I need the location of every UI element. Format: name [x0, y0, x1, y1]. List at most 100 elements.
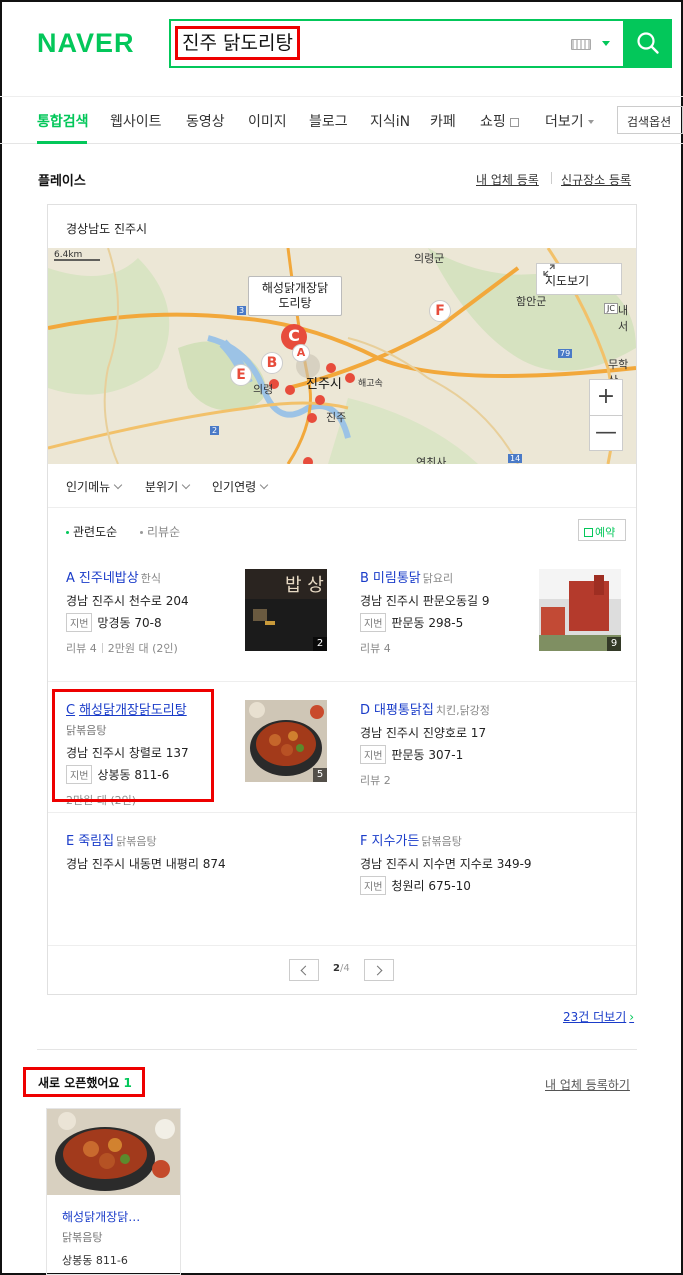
- map-view-label: 지도보기: [545, 274, 590, 288]
- map-label: 진주시: [306, 377, 342, 392]
- place-category: 치킨,닭강정: [435, 704, 490, 717]
- map-pin-f[interactable]: F: [429, 300, 451, 322]
- map-pin-a[interactable]: A: [292, 344, 310, 362]
- map[interactable]: 6.4km 의령군 함안군 진주시 진주 내서 무학산 해고속 의령 연최사 3…: [48, 248, 636, 464]
- tab-shopping[interactable]: 쇼핑: [480, 111, 519, 131]
- tab-blog[interactable]: 블로그: [309, 111, 348, 131]
- place-thumbnail[interactable]: 밥 상 2: [245, 569, 327, 651]
- jibun-badge: 지번: [360, 613, 387, 632]
- photo-count: 2: [313, 637, 327, 651]
- map-label: 연최사: [416, 456, 447, 464]
- place-category: 한식: [140, 572, 161, 585]
- pagination: 2/4: [48, 945, 636, 995]
- caret-down-icon: [587, 120, 594, 124]
- map-label: 의령: [253, 383, 274, 396]
- chevron-down-icon: [259, 480, 269, 490]
- filter-age[interactable]: 인기연령: [212, 478, 269, 495]
- reserve-filter-button[interactable]: 예약: [578, 519, 626, 541]
- naver-logo[interactable]: NAVER: [37, 28, 135, 59]
- prev-page-button[interactable]: [289, 959, 319, 981]
- search-input[interactable]: 진주 닭도리탕: [175, 26, 300, 60]
- map-view-button[interactable]: 지도보기: [536, 263, 622, 295]
- tab-image[interactable]: 이미지: [248, 111, 287, 131]
- route-number: 3: [237, 306, 247, 315]
- place-jibun: 판문동 307-1: [391, 748, 464, 762]
- tab-website[interactable]: 웹사이트: [110, 111, 162, 131]
- divider: [551, 172, 552, 184]
- place-jibun: 망경동 70-8: [97, 616, 162, 630]
- place-name-link[interactable]: E 죽림집 닭볶음탕: [66, 830, 346, 849]
- sort-relevance[interactable]: 관련도순: [66, 523, 117, 540]
- dot-icon: [140, 531, 143, 534]
- filter-label: 인기메뉴: [66, 480, 111, 494]
- new-open-label: 새로 오픈했어요: [38, 1076, 120, 1090]
- place-category: 닭볶음탕: [421, 835, 462, 848]
- tab-integrated[interactable]: 통합검색: [37, 111, 89, 131]
- place-category: 닭요리: [422, 572, 454, 585]
- search-box[interactable]: 진주 닭도리탕: [169, 19, 625, 68]
- search-button[interactable]: [624, 19, 672, 68]
- place-name-link[interactable]: D 대평통닭집 치킨,닭강정: [360, 699, 640, 718]
- map-label: 함안군: [516, 295, 547, 308]
- review-count[interactable]: 리뷰 4: [66, 642, 97, 655]
- map-label: 해고속: [358, 379, 383, 389]
- tab-kin[interactable]: 지식iN: [370, 111, 410, 131]
- callout-line: 해성닭개장닭: [261, 281, 329, 295]
- route-number: JC: [604, 303, 618, 314]
- autocomplete-toggle-icon[interactable]: [602, 41, 610, 46]
- place-category: 닭볶음탕: [116, 835, 157, 848]
- place-address: 경남 진주시 진양호로 17: [360, 726, 487, 740]
- more-results-link[interactable]: 23건 더보기 ›: [563, 1008, 634, 1025]
- route-number: 2: [210, 426, 220, 435]
- place-jibun: 판문동 298-5: [391, 616, 464, 630]
- register-business-link[interactable]: 내 업체 등록하기: [545, 1076, 630, 1093]
- filter-label: 인기연령: [212, 480, 257, 494]
- place-address: 경남 진주시 지수면 지수로 349-9: [360, 857, 532, 871]
- svg-text:밥 상: 밥 상: [285, 575, 324, 596]
- list-item: F 지수가든 닭볶음탕 경남 진주시 지수면 지수로 349-9 지번 청원리 675…: [360, 830, 640, 895]
- new-open-count: 1: [123, 1076, 132, 1090]
- next-page-button[interactable]: [364, 959, 394, 981]
- map-label: 내서: [618, 304, 629, 333]
- divider: [48, 681, 636, 682]
- place-name-link[interactable]: F 지수가든 닭볶음탕: [360, 830, 640, 849]
- map-label: 진주: [326, 411, 347, 424]
- map-label: 의령군: [414, 252, 445, 265]
- calendar-icon: [584, 528, 593, 537]
- sort-review[interactable]: 리뷰순: [140, 523, 180, 540]
- review-count[interactable]: 리뷰 4: [360, 642, 391, 655]
- review-count[interactable]: 리뷰 2: [360, 774, 391, 787]
- route-number: 79: [558, 349, 573, 358]
- search-tabs: 통합검색 웹사이트 동영상 이미지 블로그 지식iN 카페 쇼핑 더보기 검색옵…: [0, 96, 683, 144]
- current-page: 2: [333, 963, 340, 974]
- place-panel: 경상남도 진주시 6.4km 의령군 함안군 진주시 진주 내서 무학 해고속 …: [47, 204, 637, 995]
- new-place-link[interactable]: 신규장소 등록: [561, 171, 631, 188]
- register-business-link[interactable]: 내 업체 등록: [476, 171, 539, 188]
- zoom-out-button[interactable]: —: [590, 415, 622, 450]
- filter-atmosphere[interactable]: 분위기: [145, 478, 191, 495]
- place-thumbnail[interactable]: 5: [245, 700, 327, 782]
- place-thumbnail[interactable]: 9: [539, 569, 621, 651]
- price-range: 2만원 대 (2인): [107, 642, 178, 655]
- new-place-name[interactable]: 해성닭개장닭…: [62, 1208, 140, 1225]
- tab-cafe[interactable]: 카페: [430, 111, 456, 131]
- filter-popular-menu[interactable]: 인기메뉴: [66, 478, 123, 495]
- map-pin-e[interactable]: E: [230, 364, 252, 386]
- map-callout[interactable]: 해성닭개장닭 도리탕: [248, 276, 342, 316]
- tab-more[interactable]: 더보기: [545, 111, 594, 131]
- page-indicator: 2/4: [333, 963, 350, 974]
- filter-label: 분위기: [145, 480, 179, 494]
- tab-video[interactable]: 동영상: [186, 111, 225, 131]
- keyboard-icon[interactable]: [571, 39, 591, 50]
- divider: [101, 643, 103, 653]
- chevron-right-icon: [372, 965, 383, 976]
- expand-icon: [543, 264, 555, 276]
- list-item: E 죽림집 닭볶음탕 경남 진주시 내동면 내평리 874: [66, 830, 346, 872]
- filter-bar: 인기메뉴 분위기 인기연령: [48, 464, 636, 508]
- map-pin-b[interactable]: B: [261, 352, 283, 374]
- place-letter: F: [360, 834, 368, 849]
- search-options-button[interactable]: 검색옵션: [617, 106, 683, 134]
- new-place-card[interactable]: 해성닭개장닭… 닭볶음탕 상봉동 811-6: [46, 1108, 181, 1275]
- zoom-in-button[interactable]: +: [590, 380, 622, 415]
- new-place-category: 닭볶음탕: [62, 1231, 103, 1244]
